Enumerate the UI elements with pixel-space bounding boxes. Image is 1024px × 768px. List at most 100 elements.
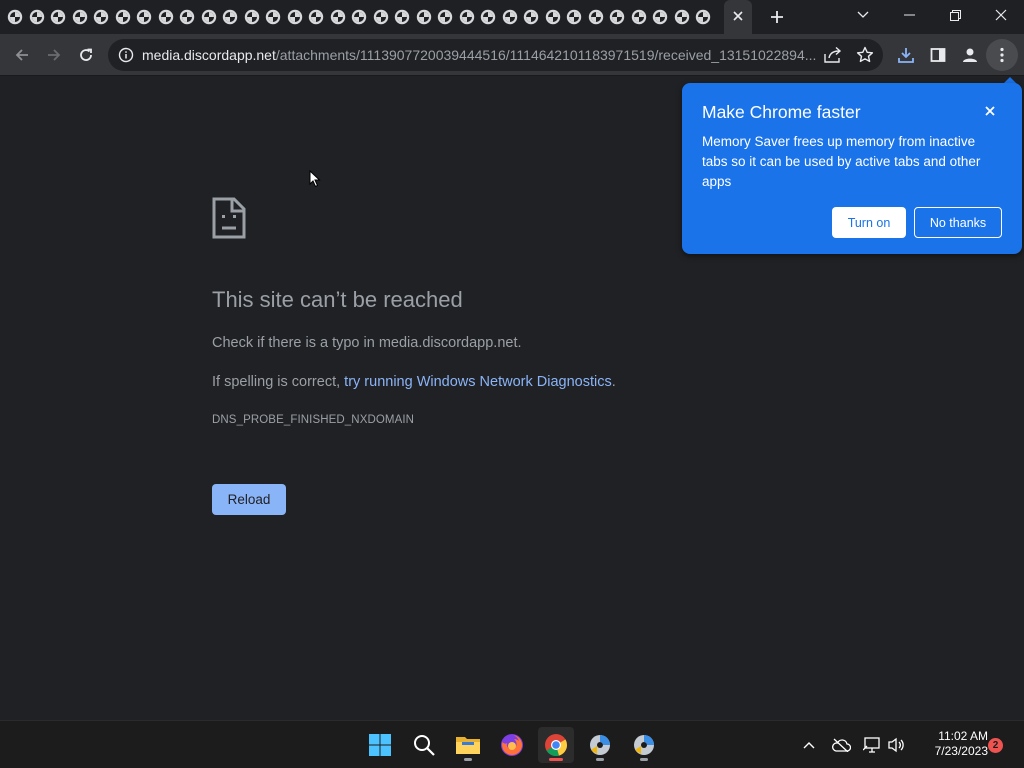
volume-tray-button[interactable]: [886, 735, 906, 755]
discord-attachment-favicon-icon: [609, 9, 625, 25]
browser-tab[interactable]: [221, 6, 239, 28]
menu-button[interactable]: [986, 39, 1018, 71]
browser-tab[interactable]: [587, 6, 605, 28]
tab-search-button[interactable]: [840, 0, 886, 30]
running-indicator: [464, 758, 472, 761]
typo-suggestion: Check if there is a typo in media.discor…: [212, 335, 522, 351]
browser-tab[interactable]: [28, 6, 46, 28]
discord-attachment-favicon-icon: [136, 9, 152, 25]
close-tab-icon[interactable]: [733, 8, 743, 26]
browser-tab[interactable]: [49, 6, 67, 28]
turn-on-button[interactable]: Turn on: [832, 207, 906, 238]
discord-attachment-favicon-icon: [480, 9, 496, 25]
browser-tab[interactable]: [651, 6, 669, 28]
browser-tab[interactable]: [307, 6, 325, 28]
show-hidden-icons-button[interactable]: [799, 735, 819, 755]
minimize-button[interactable]: [886, 0, 932, 30]
side-panel-button[interactable]: [922, 39, 954, 71]
browser-tab[interactable]: [92, 6, 110, 28]
browser-tab[interactable]: [6, 6, 24, 28]
address-bar[interactable]: media.discordapp.net/attachments/1113907…: [108, 39, 883, 71]
browser-tab[interactable]: [393, 6, 411, 28]
downloads-button[interactable]: [890, 39, 922, 71]
diagnostics-link[interactable]: try running Windows Network Diagnostics: [344, 374, 612, 390]
clock-time: 11:02 AM: [938, 729, 988, 743]
discord-attachment-favicon-icon: [545, 9, 560, 25]
network-tray-button[interactable]: [862, 735, 882, 755]
discord-attachment-favicon-icon: [566, 9, 582, 25]
share-icon[interactable]: [822, 45, 844, 65]
onedrive-tray-button[interactable]: [831, 735, 851, 755]
bookmark-star-icon[interactable]: [855, 45, 875, 65]
bubble-close-button[interactable]: [980, 101, 1000, 121]
discord-attachment-favicon-icon: [502, 9, 517, 25]
discord-attachment-favicon-icon: [265, 9, 281, 25]
file-explorer-button[interactable]: [450, 727, 486, 763]
profile-button[interactable]: [954, 39, 986, 71]
active-tab[interactable]: [724, 0, 752, 34]
chevron-up-icon: [803, 742, 815, 749]
restore-button[interactable]: [932, 0, 978, 30]
bubble-title: Make Chrome faster: [702, 102, 861, 122]
forward-button[interactable]: [38, 39, 70, 71]
new-tab-button[interactable]: [764, 5, 790, 29]
url-path: /attachments/1113907720039444516/1114642…: [275, 47, 817, 63]
browser-tab[interactable]: [135, 6, 153, 28]
clock[interactable]: 11:02 AM 7/23/2023: [912, 729, 988, 759]
browser-tab[interactable]: [157, 6, 175, 28]
more-vert-icon: [1000, 47, 1004, 63]
search-icon: [414, 735, 435, 756]
browser-tab[interactable]: [479, 6, 497, 28]
firefox-button[interactable]: [494, 727, 530, 763]
discord-attachment-favicon-icon: [7, 9, 23, 25]
start-button[interactable]: [362, 727, 398, 763]
browser-tab[interactable]: [630, 6, 648, 28]
media-app-button-1[interactable]: [582, 727, 618, 763]
cloud-offline-icon: [832, 738, 851, 752]
search-button[interactable]: [406, 727, 442, 763]
close-window-button[interactable]: [978, 0, 1024, 30]
discord-attachment-favicon-icon: [72, 9, 87, 25]
browser-tab[interactable]: [673, 6, 691, 28]
browser-tab[interactable]: [436, 6, 454, 28]
browser-tab[interactable]: [458, 6, 476, 28]
browser-tab[interactable]: [178, 6, 196, 28]
disc-app-icon: [634, 735, 654, 755]
speaker-icon: [888, 737, 904, 753]
media-app-button-2[interactable]: [626, 727, 662, 763]
browser-tab[interactable]: [329, 6, 347, 28]
discord-attachment-favicon-icon: [588, 9, 603, 25]
chrome-icon: [545, 734, 567, 757]
browser-tab[interactable]: [565, 6, 583, 28]
bubble-body: Memory Saver frees up memory from inacti…: [702, 134, 981, 189]
reload-button[interactable]: [70, 39, 102, 71]
url-text[interactable]: media.discordapp.net/attachments/1113907…: [142, 39, 822, 71]
reload-page-button[interactable]: Reload: [212, 484, 286, 515]
browser-tab[interactable]: [350, 6, 368, 28]
info-icon[interactable]: [118, 47, 134, 63]
chrome-button[interactable]: [538, 727, 574, 763]
back-button[interactable]: [6, 39, 38, 71]
browser-tab[interactable]: [264, 6, 282, 28]
discord-attachment-favicon-icon: [459, 9, 474, 25]
browser-tab[interactable]: [114, 6, 132, 28]
browser-tab[interactable]: [372, 6, 390, 28]
browser-tab[interactable]: [522, 6, 540, 28]
browser-tab[interactable]: [544, 6, 562, 28]
browser-tab[interactable]: [71, 6, 89, 28]
browser-tab[interactable]: [608, 6, 626, 28]
browser-tab[interactable]: [243, 6, 261, 28]
browser-tab[interactable]: [415, 6, 433, 28]
no-thanks-button[interactable]: No thanks: [914, 207, 1002, 238]
side-panel-icon: [930, 48, 946, 62]
url-host: media.discordapp.net: [142, 47, 276, 63]
download-icon: [898, 48, 914, 63]
browser-tab[interactable]: [200, 6, 218, 28]
discord-attachment-favicon-icon: [115, 9, 130, 25]
notification-badge[interactable]: 2: [988, 738, 1003, 753]
browser-tab[interactable]: [286, 6, 304, 28]
discord-attachment-favicon-icon: [50, 9, 66, 25]
browser-tab[interactable]: [694, 6, 712, 28]
browser-tab[interactable]: [501, 6, 519, 28]
reload-icon: [80, 48, 92, 61]
